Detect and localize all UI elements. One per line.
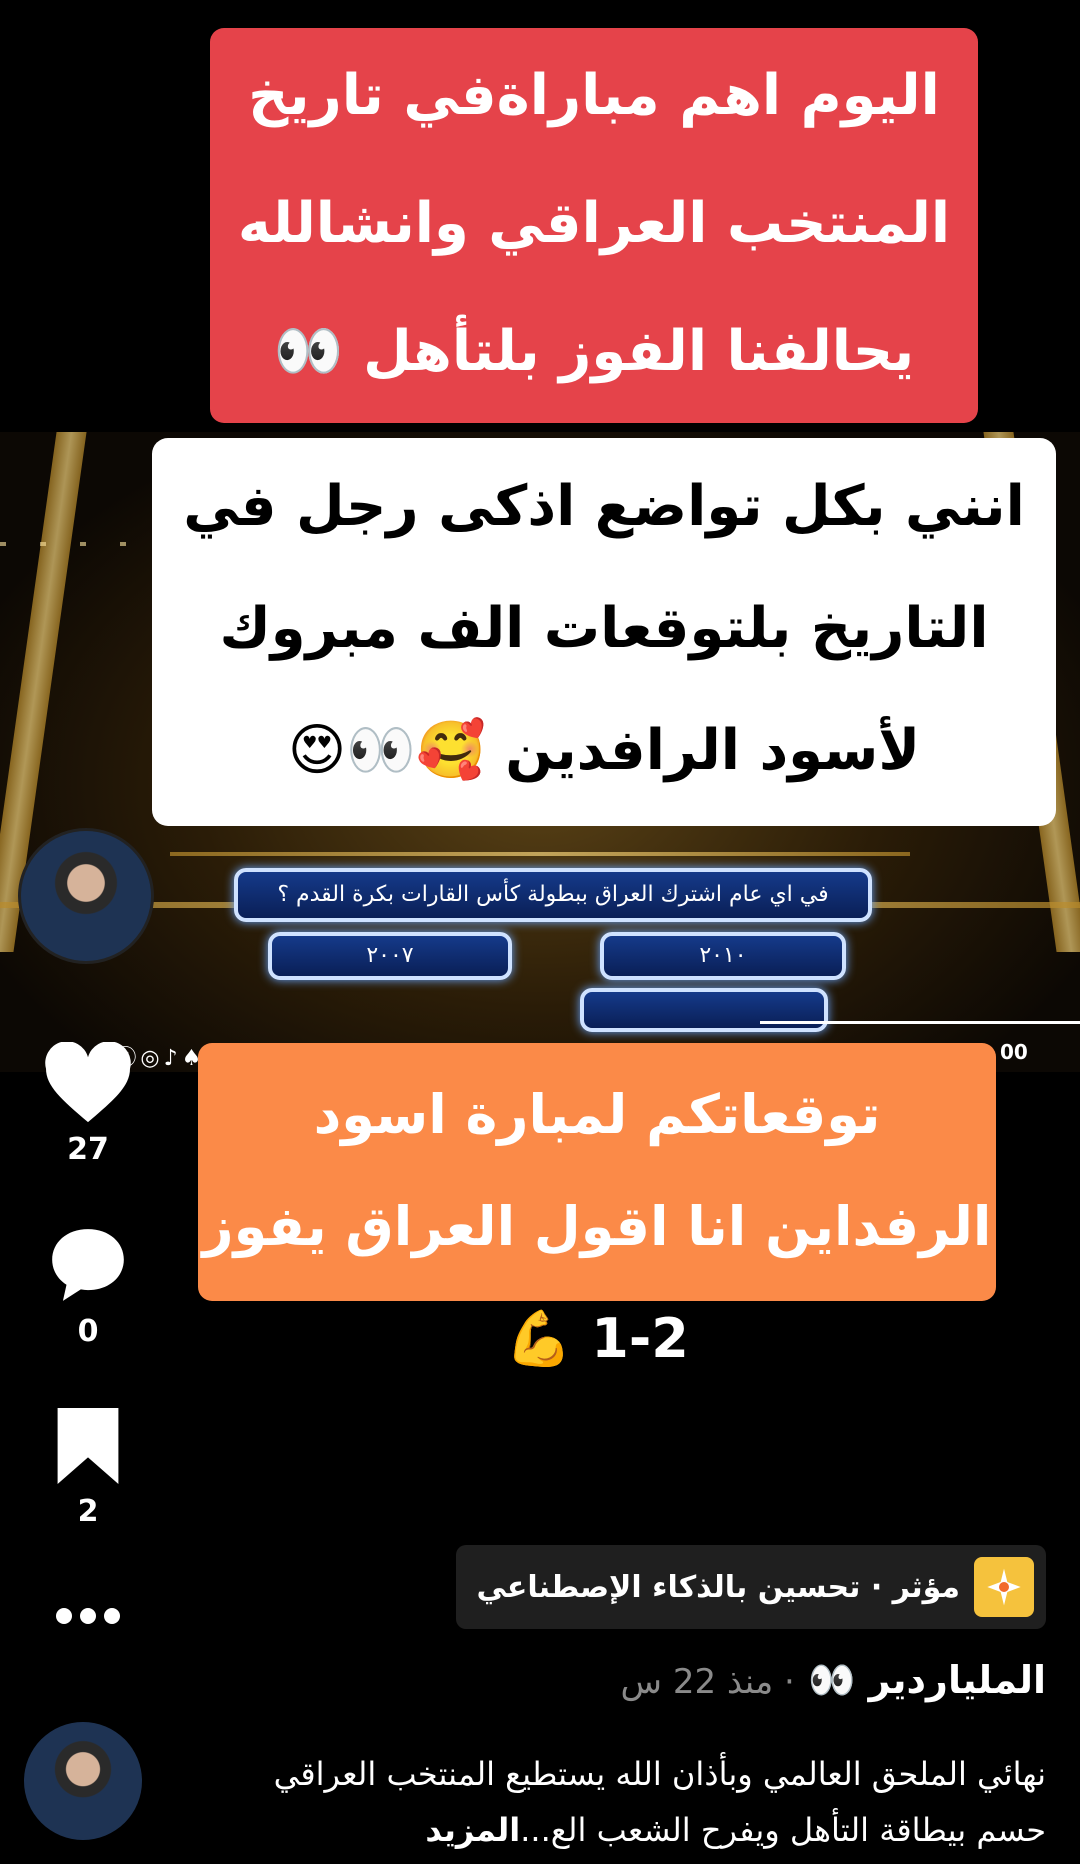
author-avatar[interactable] [24,1722,142,1840]
like-count: 27 [67,1132,109,1167]
stage-beam [170,852,910,856]
creator-avatar[interactable] [18,828,154,964]
post-description: نهائي الملحق العالمي وبأذان الله يستطيع … [246,1746,1046,1858]
like-action[interactable]: 27 [30,1042,146,1167]
comment-icon[interactable] [44,1222,132,1308]
quiz-answer-b: ٢٠١٠ [600,932,846,980]
quiz-answer-a: ٢٠٠٧ [268,932,512,980]
badge-label: مؤثر · تحسين بالذكاء الإصطناعي [476,1569,960,1605]
comment-count: 0 [77,1314,99,1349]
more-options-button[interactable] [30,1604,146,1628]
sparkle-icon [974,1557,1034,1617]
video-counter: 00 [1000,1040,1028,1064]
post-meta: الملياردير 👀 · منذ 22 س [620,1658,1046,1702]
more-dots-icon[interactable] [52,1604,124,1628]
read-more-link[interactable]: المزيد [425,1811,520,1849]
quiz-answer-c [580,988,828,1032]
author-name[interactable]: الملياردير 👀 [808,1658,1046,1702]
comment-action[interactable]: 0 [30,1222,146,1349]
bookmark-icon[interactable] [50,1404,126,1488]
video-progress-line [760,1021,1080,1024]
description-text: نهائي الملحق العالمي وبأذان الله يستطيع … [273,1755,1046,1849]
save-action[interactable]: 2 [30,1404,146,1529]
heart-icon[interactable] [42,1042,134,1126]
caption-top: اليوم اهم مباراةفي تاريخ المنتخب العراقي… [210,28,978,423]
caption-bottom: توقعاتكم لمبارة اسود الرفداين انا اقول ا… [198,1043,996,1370]
quiz-question: في اي عام اشترك العراق ببطولة كأس القارا… [234,868,872,922]
ai-enhanced-badge[interactable]: مؤثر · تحسين بالذكاء الإصطناعي [456,1545,1046,1629]
save-count: 2 [77,1494,99,1529]
post-time: منذ 22 س [620,1662,774,1702]
caption-middle: انني بكل تواضع اذكى رجل في التاريخ بلتوق… [152,438,1056,826]
